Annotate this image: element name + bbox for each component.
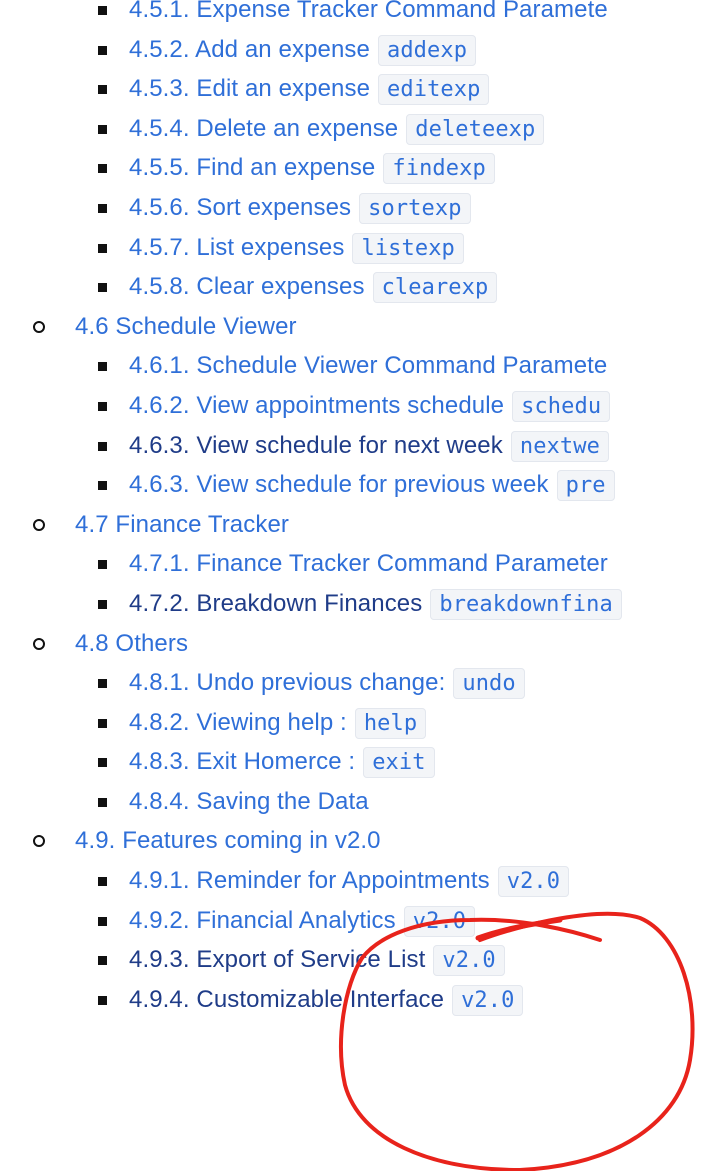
toc-link[interactable]: 4.6.3. View schedule for next week xyxy=(129,432,503,459)
square-bullet-icon xyxy=(98,441,107,451)
toc-link[interactable]: 4.5.7. List expenses xyxy=(129,234,344,261)
command-code: nextwe xyxy=(510,430,609,462)
command-code: editexp xyxy=(378,74,490,106)
toc-link[interactable]: 4.5.2. Add an expense xyxy=(129,36,370,63)
toc-item: 4.7 Finance Tracker xyxy=(0,505,692,545)
circle-bullet-icon xyxy=(33,518,45,531)
toc-item: 4.5.6. Sort expenses sortexp xyxy=(0,188,692,228)
circle-bullet-icon xyxy=(33,320,45,333)
toc-link[interactable]: 4.9.4. Customizable Interface xyxy=(129,986,444,1013)
square-bullet-icon xyxy=(98,758,107,768)
toc-item: 4.9.1. Reminder for Appointments v2.0 xyxy=(0,861,692,901)
toc-item: 4.5.1. Expense Tracker Command Paramete xyxy=(0,0,692,30)
toc-link[interactable]: 4.6.2. View appointments schedule xyxy=(129,392,504,419)
table-of-contents: 4.5.1. Expense Tracker Command Paramete 4… xyxy=(0,0,692,1090)
command-code: pre xyxy=(556,470,615,502)
toc-item: 4.9.4. Customizable Interface v2.0 xyxy=(0,980,692,1020)
command-code: v2.0 xyxy=(452,984,524,1016)
toc-link[interactable]: 4.5.3. Edit an expense xyxy=(129,75,370,102)
toc-item: 4.7.1. Finance Tracker Command Parameter xyxy=(0,544,692,584)
command-code: breakdownfina xyxy=(430,588,622,620)
command-code: help xyxy=(354,707,427,739)
toc-link[interactable]: 4.7.1. Finance Tracker Command Parameter xyxy=(129,550,608,577)
toc-link[interactable]: 4.9. Features coming in v2.0 xyxy=(75,827,381,854)
toc-link[interactable]: 4.7 Finance Tracker xyxy=(75,511,289,538)
square-bullet-icon xyxy=(98,45,107,55)
square-bullet-icon xyxy=(98,481,107,491)
square-bullet-icon xyxy=(98,560,107,570)
square-bullet-icon xyxy=(98,718,107,728)
toc-item: 4.9.2. Financial Analytics v2.0 xyxy=(0,901,692,941)
toc-link[interactable]: 4.5.1. Expense Tracker Command Paramete xyxy=(129,0,608,23)
toc-item: 4.5.2. Add an expense addexp xyxy=(0,30,692,70)
square-bullet-icon xyxy=(98,401,107,411)
circle-bullet-icon xyxy=(33,835,45,848)
toc-link[interactable]: 4.9.1. Reminder for Appointments xyxy=(129,867,490,894)
toc-link[interactable]: 4.8 Others xyxy=(75,630,188,657)
square-bullet-icon xyxy=(98,679,107,689)
square-bullet-icon xyxy=(98,283,107,293)
toc-item: 4.6.3. View schedule for next week nextwe xyxy=(0,426,692,466)
toc-item: 4.5.7. List expenses listexp xyxy=(0,228,692,268)
command-code: v2.0 xyxy=(433,945,505,977)
toc-link[interactable]: 4.8.4. Saving the Data xyxy=(129,788,369,815)
toc-item: 4.8.2. Viewing help : help xyxy=(0,703,692,743)
circle-bullet-icon xyxy=(33,637,45,650)
command-code: v2.0 xyxy=(497,866,570,898)
toc-link[interactable]: 4.5.6. Sort expenses xyxy=(129,194,351,221)
command-code: schedu xyxy=(512,390,611,422)
toc-item: 4.7.2. Breakdown Finances breakdownfina xyxy=(0,584,692,624)
command-code: listexp xyxy=(352,232,464,264)
square-bullet-icon xyxy=(98,85,107,95)
command-code: deleteexp xyxy=(406,113,545,145)
toc-item: 4.8.1. Undo previous change: undo xyxy=(0,663,692,703)
toc-link[interactable]: 4.8.1. Undo previous change: xyxy=(129,669,445,696)
command-code: exit xyxy=(363,747,435,779)
toc-link[interactable]: 4.9.3. Export of Service List xyxy=(129,946,425,973)
toc-link[interactable]: 4.6.1. Schedule Viewer Command Paramete xyxy=(129,352,607,379)
toc-link[interactable]: 4.5.5. Find an expense xyxy=(129,154,375,181)
command-code: undo xyxy=(453,668,525,700)
toc-item: 4.6.2. View appointments schedule schedu xyxy=(0,386,692,426)
toc-item: 4.6.1. Schedule Viewer Command Paramete xyxy=(0,346,692,386)
square-bullet-icon xyxy=(98,124,107,134)
toc-item: 4.9.3. Export of Service List v2.0 xyxy=(0,940,692,980)
command-code: sortexp xyxy=(359,192,471,224)
square-bullet-icon xyxy=(98,243,107,253)
toc-item: 4.9. Features coming in v2.0 xyxy=(0,821,692,861)
toc-item: 4.8 Others xyxy=(0,624,692,664)
toc-item: 4.5.5. Find an expense findexp xyxy=(0,148,692,188)
toc-link[interactable]: 4.8.3. Exit Homerce : xyxy=(129,748,355,775)
square-bullet-icon xyxy=(98,877,107,887)
command-code: v2.0 xyxy=(403,905,476,937)
square-bullet-icon xyxy=(98,203,107,213)
toc-link[interactable]: 4.7.2. Breakdown Finances xyxy=(129,590,422,617)
toc-item: 4.8.3. Exit Homerce : exit xyxy=(0,742,692,782)
toc-link[interactable]: 4.9.2. Financial Analytics xyxy=(129,907,396,934)
command-code: findexp xyxy=(383,153,495,185)
square-bullet-icon xyxy=(98,362,107,372)
toc-item: 4.8.4. Saving the Data xyxy=(0,782,692,822)
toc-link[interactable]: 4.6.3. View schedule for previous week xyxy=(129,471,549,498)
square-bullet-icon xyxy=(98,916,107,926)
square-bullet-icon xyxy=(98,995,107,1005)
command-code: clearexp xyxy=(372,272,498,304)
toc-item: 4.5.3. Edit an expense editexp xyxy=(0,69,692,109)
toc-item: 4.6.3. View schedule for previous week pr… xyxy=(0,465,692,505)
toc-link[interactable]: 4.5.4. Delete an expense xyxy=(129,115,398,142)
square-bullet-icon xyxy=(98,599,107,609)
square-bullet-icon xyxy=(98,6,107,15)
toc-item: 4.6 Schedule Viewer xyxy=(0,307,692,347)
toc-link[interactable]: 4.8.2. Viewing help : xyxy=(129,709,347,736)
command-code: addexp xyxy=(377,34,477,66)
square-bullet-icon xyxy=(98,164,107,174)
square-bullet-icon xyxy=(98,956,107,966)
toc-item: 4.5.8. Clear expenses clearexp xyxy=(0,267,692,307)
toc-list: 4.5.1. Expense Tracker Command Paramete 4… xyxy=(0,0,692,1019)
toc-link[interactable]: 4.6 Schedule Viewer xyxy=(75,313,297,340)
square-bullet-icon xyxy=(98,797,107,807)
toc-link[interactable]: 4.5.8. Clear expenses xyxy=(129,273,365,300)
toc-item: 4.5.4. Delete an expense deleteexp xyxy=(0,109,692,149)
